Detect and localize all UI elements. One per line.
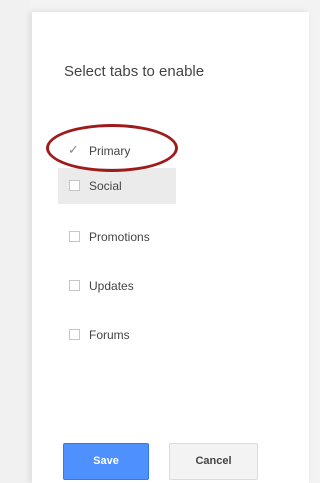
- save-button[interactable]: Save: [63, 443, 149, 480]
- checkbox-icon[interactable]: [69, 231, 80, 242]
- tab-option-label: Updates: [89, 279, 134, 293]
- tab-option-promotions[interactable]: Promotions: [58, 219, 176, 255]
- checkbox-icon[interactable]: [69, 180, 80, 191]
- tab-option-label: Primary: [89, 144, 131, 158]
- checkbox-icon[interactable]: [69, 329, 80, 340]
- tab-option-updates[interactable]: Updates: [58, 268, 176, 304]
- tab-settings-dialog: Select tabs to enable ✓ Primary Social P…: [32, 12, 309, 483]
- background-page: [0, 0, 30, 483]
- check-icon: ✓: [68, 142, 79, 157]
- tab-option-primary[interactable]: ✓ Primary: [58, 133, 176, 169]
- tab-option-label: Promotions: [89, 230, 150, 244]
- dialog-title: Select tabs to enable: [64, 63, 205, 80]
- tab-option-label: Forums: [89, 328, 130, 342]
- checkbox-icon[interactable]: [69, 280, 80, 291]
- tab-option-forums[interactable]: Forums: [58, 317, 176, 353]
- tab-option-social[interactable]: Social: [58, 168, 176, 204]
- cancel-button[interactable]: Cancel: [169, 443, 258, 480]
- tab-option-label: Social: [89, 179, 122, 193]
